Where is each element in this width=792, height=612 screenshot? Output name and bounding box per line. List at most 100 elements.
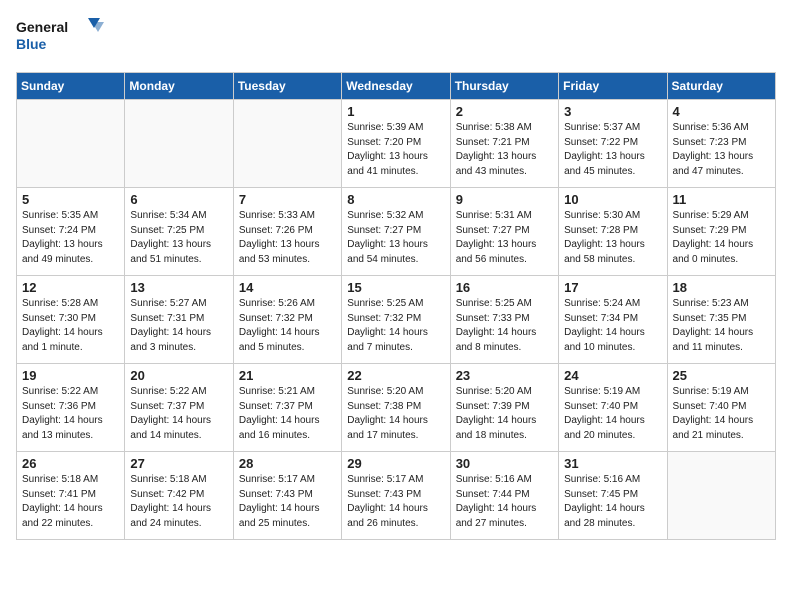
day-number: 6 [130,192,227,207]
day-number: 17 [564,280,661,295]
col-header-monday: Monday [125,73,233,100]
day-number: 10 [564,192,661,207]
day-info: Sunrise: 5:36 AM Sunset: 7:23 PM Dayligh… [673,121,770,179]
calendar-cell: 24Sunrise: 5:19 AM Sunset: 7:40 PM Dayli… [559,364,667,452]
calendar-cell: 30 Sunrise: 5:16 AM Sunset: 7:44 PM Dayli… [450,452,558,540]
calendar-cell: 11Sunrise: 5:29 AM Sunset: 7:29 PM Dayli… [667,188,775,276]
calendar-cell: 5 Sunrise: 5:35 AM Sunset: 7:24 PM Daylig… [17,188,125,276]
calendar-cell: 26 Sunrise: 5:18 AM Sunset: 7:41 PM Dayli… [17,452,125,540]
day-info: Sunrise: 5:22 AM Sunset: 7:37 PM Dayligh… [130,385,227,443]
calendar-cell [17,100,125,188]
day-number: 3 [564,104,661,119]
day-info: Sunrise: 5:39 AM Sunset: 7:20 PM Dayligh… [347,121,444,179]
calendar-cell: 29 Sunrise: 5:17 AM Sunset: 7:43 PM Dayli… [342,452,450,540]
calendar-cell: 7 Sunrise: 5:33 AM Sunset: 7:26 PM Daylig… [233,188,341,276]
col-header-wednesday: Wednesday [342,73,450,100]
week-row-3: 19 Sunrise: 5:22 AM Sunset: 7:36 PM Dayli… [17,364,776,452]
page-header: General Blue [16,16,776,60]
calendar-cell: 12Sunrise: 5:28 AM Sunset: 7:30 PM Dayli… [17,276,125,364]
logo-svg: General Blue [16,16,106,60]
calendar-cell: 6 Sunrise: 5:34 AM Sunset: 7:25 PM Daylig… [125,188,233,276]
day-number: 23 [456,368,553,383]
day-number: 15 [347,280,444,295]
day-info: Sunrise: 5:33 AM Sunset: 7:26 PM Dayligh… [239,209,336,267]
day-number: 8 [347,192,444,207]
calendar-cell: 19 Sunrise: 5:22 AM Sunset: 7:36 PM Dayli… [17,364,125,452]
day-number: 24 [564,368,661,383]
day-info: Sunrise: 5:23 AM Sunset: 7:35 PM Dayligh… [673,297,770,355]
calendar-cell: 31 Sunrise: 5:16 AM Sunset: 7:45 PM Dayli… [559,452,667,540]
day-info: Sunrise: 5:28 AM Sunset: 7:30 PM Dayligh… [22,297,119,355]
calendar-cell: 1 Sunrise: 5:39 AM Sunset: 7:20 PM Daylig… [342,100,450,188]
svg-text:General: General [16,19,68,35]
calendar-cell: 22 Sunrise: 5:20 AM Sunset: 7:38 PM Dayli… [342,364,450,452]
day-number: 30 [456,456,553,471]
day-info: Sunrise: 5:20 AM Sunset: 7:38 PM Dayligh… [347,385,444,443]
day-number: 20 [130,368,227,383]
week-row-0: 1 Sunrise: 5:39 AM Sunset: 7:20 PM Daylig… [17,100,776,188]
day-info: Sunrise: 5:24 AM Sunset: 7:34 PM Dayligh… [564,297,661,355]
day-number: 26 [22,456,119,471]
day-number: 27 [130,456,227,471]
col-header-thursday: Thursday [450,73,558,100]
day-number: 18 [673,280,770,295]
day-info: Sunrise: 5:26 AM Sunset: 7:32 PM Dayligh… [239,297,336,355]
calendar-cell: 9 Sunrise: 5:31 AM Sunset: 7:27 PM Daylig… [450,188,558,276]
day-number: 29 [347,456,444,471]
week-row-2: 12Sunrise: 5:28 AM Sunset: 7:30 PM Dayli… [17,276,776,364]
day-number: 2 [456,104,553,119]
day-number: 21 [239,368,336,383]
day-info: Sunrise: 5:21 AM Sunset: 7:37 PM Dayligh… [239,385,336,443]
day-number: 31 [564,456,661,471]
day-number: 7 [239,192,336,207]
day-info: Sunrise: 5:16 AM Sunset: 7:45 PM Dayligh… [564,473,661,531]
calendar-cell: 4Sunrise: 5:36 AM Sunset: 7:23 PM Daylig… [667,100,775,188]
calendar-cell: 15Sunrise: 5:25 AM Sunset: 7:32 PM Dayli… [342,276,450,364]
logo: General Blue [16,16,106,60]
day-info: Sunrise: 5:31 AM Sunset: 7:27 PM Dayligh… [456,209,553,267]
day-number: 13 [130,280,227,295]
calendar-cell: 10 Sunrise: 5:30 AM Sunset: 7:28 PM Dayli… [559,188,667,276]
day-number: 22 [347,368,444,383]
week-row-1: 5 Sunrise: 5:35 AM Sunset: 7:24 PM Daylig… [17,188,776,276]
day-number: 9 [456,192,553,207]
col-header-friday: Friday [559,73,667,100]
calendar-cell [667,452,775,540]
day-info: Sunrise: 5:25 AM Sunset: 7:33 PM Dayligh… [456,297,553,355]
day-info: Sunrise: 5:34 AM Sunset: 7:25 PM Dayligh… [130,209,227,267]
calendar-cell [125,100,233,188]
day-info: Sunrise: 5:38 AM Sunset: 7:21 PM Dayligh… [456,121,553,179]
day-number: 25 [673,368,770,383]
day-info: Sunrise: 5:30 AM Sunset: 7:28 PM Dayligh… [564,209,661,267]
day-info: Sunrise: 5:18 AM Sunset: 7:42 PM Dayligh… [130,473,227,531]
day-info: Sunrise: 5:29 AM Sunset: 7:29 PM Dayligh… [673,209,770,267]
calendar-cell: 21 Sunrise: 5:21 AM Sunset: 7:37 PM Dayli… [233,364,341,452]
calendar-cell: 8 Sunrise: 5:32 AM Sunset: 7:27 PM Daylig… [342,188,450,276]
day-info: Sunrise: 5:16 AM Sunset: 7:44 PM Dayligh… [456,473,553,531]
day-info: Sunrise: 5:17 AM Sunset: 7:43 PM Dayligh… [347,473,444,531]
calendar-cell: 23 Sunrise: 5:20 AM Sunset: 7:39 PM Dayli… [450,364,558,452]
day-info: Sunrise: 5:32 AM Sunset: 7:27 PM Dayligh… [347,209,444,267]
col-header-tuesday: Tuesday [233,73,341,100]
calendar-cell [233,100,341,188]
calendar-cell: 14Sunrise: 5:26 AM Sunset: 7:32 PM Dayli… [233,276,341,364]
day-number: 5 [22,192,119,207]
calendar-cell: 3Sunrise: 5:37 AM Sunset: 7:22 PM Daylig… [559,100,667,188]
calendar-cell: 18 Sunrise: 5:23 AM Sunset: 7:35 PM Dayli… [667,276,775,364]
svg-text:Blue: Blue [16,36,47,52]
day-info: Sunrise: 5:20 AM Sunset: 7:39 PM Dayligh… [456,385,553,443]
calendar-cell: 17 Sunrise: 5:24 AM Sunset: 7:34 PM Dayli… [559,276,667,364]
day-info: Sunrise: 5:35 AM Sunset: 7:24 PM Dayligh… [22,209,119,267]
day-number: 1 [347,104,444,119]
week-row-4: 26 Sunrise: 5:18 AM Sunset: 7:41 PM Dayli… [17,452,776,540]
days-header-row: SundayMondayTuesdayWednesdayThursdayFrid… [17,73,776,100]
day-info: Sunrise: 5:18 AM Sunset: 7:41 PM Dayligh… [22,473,119,531]
day-number: 19 [22,368,119,383]
day-info: Sunrise: 5:22 AM Sunset: 7:36 PM Dayligh… [22,385,119,443]
day-info: Sunrise: 5:27 AM Sunset: 7:31 PM Dayligh… [130,297,227,355]
calendar-cell: 2 Sunrise: 5:38 AM Sunset: 7:21 PM Daylig… [450,100,558,188]
day-info: Sunrise: 5:17 AM Sunset: 7:43 PM Dayligh… [239,473,336,531]
calendar-cell: 27 Sunrise: 5:18 AM Sunset: 7:42 PM Dayli… [125,452,233,540]
calendar-cell: 13 Sunrise: 5:27 AM Sunset: 7:31 PM Dayli… [125,276,233,364]
calendar-cell: 20 Sunrise: 5:22 AM Sunset: 7:37 PM Dayli… [125,364,233,452]
